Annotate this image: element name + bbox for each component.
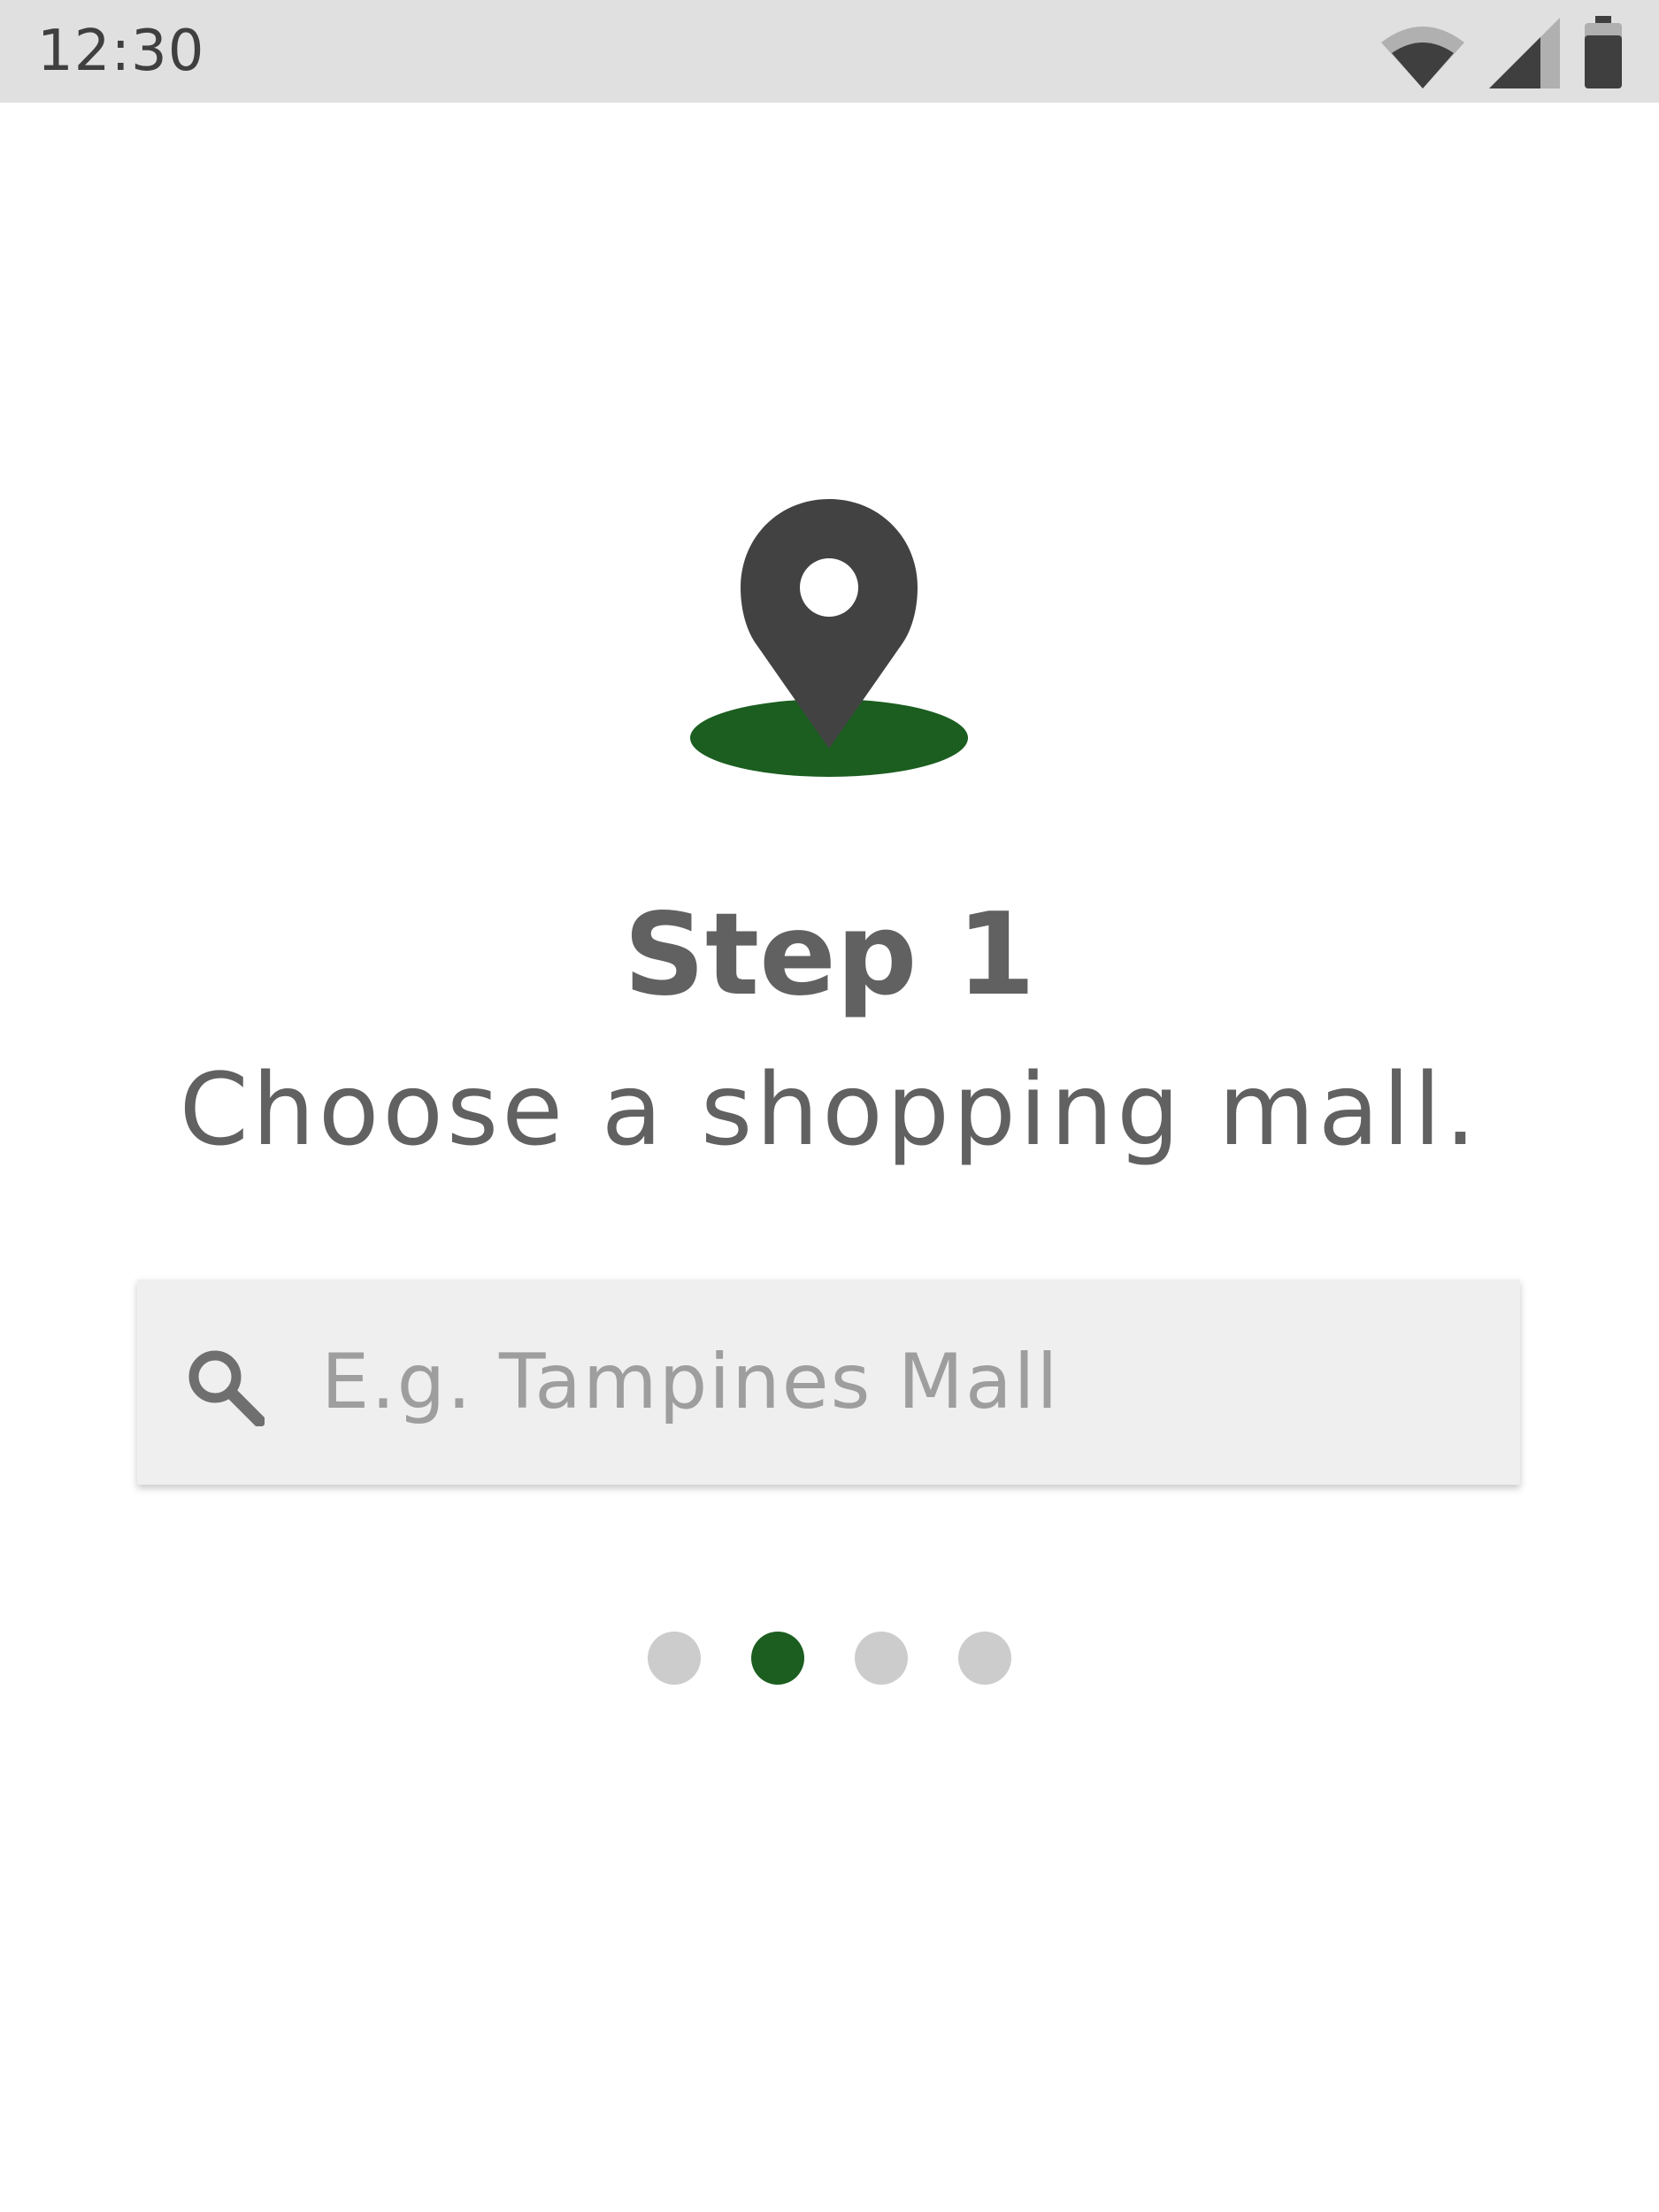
pin-hole <box>800 558 858 617</box>
search-bar[interactable] <box>137 1279 1520 1485</box>
status-bar: 12:30 <box>0 0 1659 103</box>
page-indicator <box>0 1632 1659 1686</box>
step-subtitle: Choose a shopping mall. <box>179 1053 1480 1168</box>
step-title: Step 1 <box>623 889 1036 1021</box>
search-icon <box>188 1350 265 1426</box>
status-time: 12:30 <box>37 19 205 84</box>
page-dot[interactable] <box>648 1632 701 1685</box>
battery-icon <box>1585 16 1622 88</box>
cellular-signal-icon <box>1489 18 1560 88</box>
wifi-icon <box>1381 27 1464 88</box>
page-dot[interactable] <box>958 1632 1011 1685</box>
search-input[interactable] <box>311 1315 1479 1449</box>
status-icons <box>1381 16 1622 88</box>
page-dot[interactable] <box>751 1632 804 1685</box>
page-dot[interactable] <box>855 1632 908 1685</box>
map-pin-icon <box>690 499 968 777</box>
